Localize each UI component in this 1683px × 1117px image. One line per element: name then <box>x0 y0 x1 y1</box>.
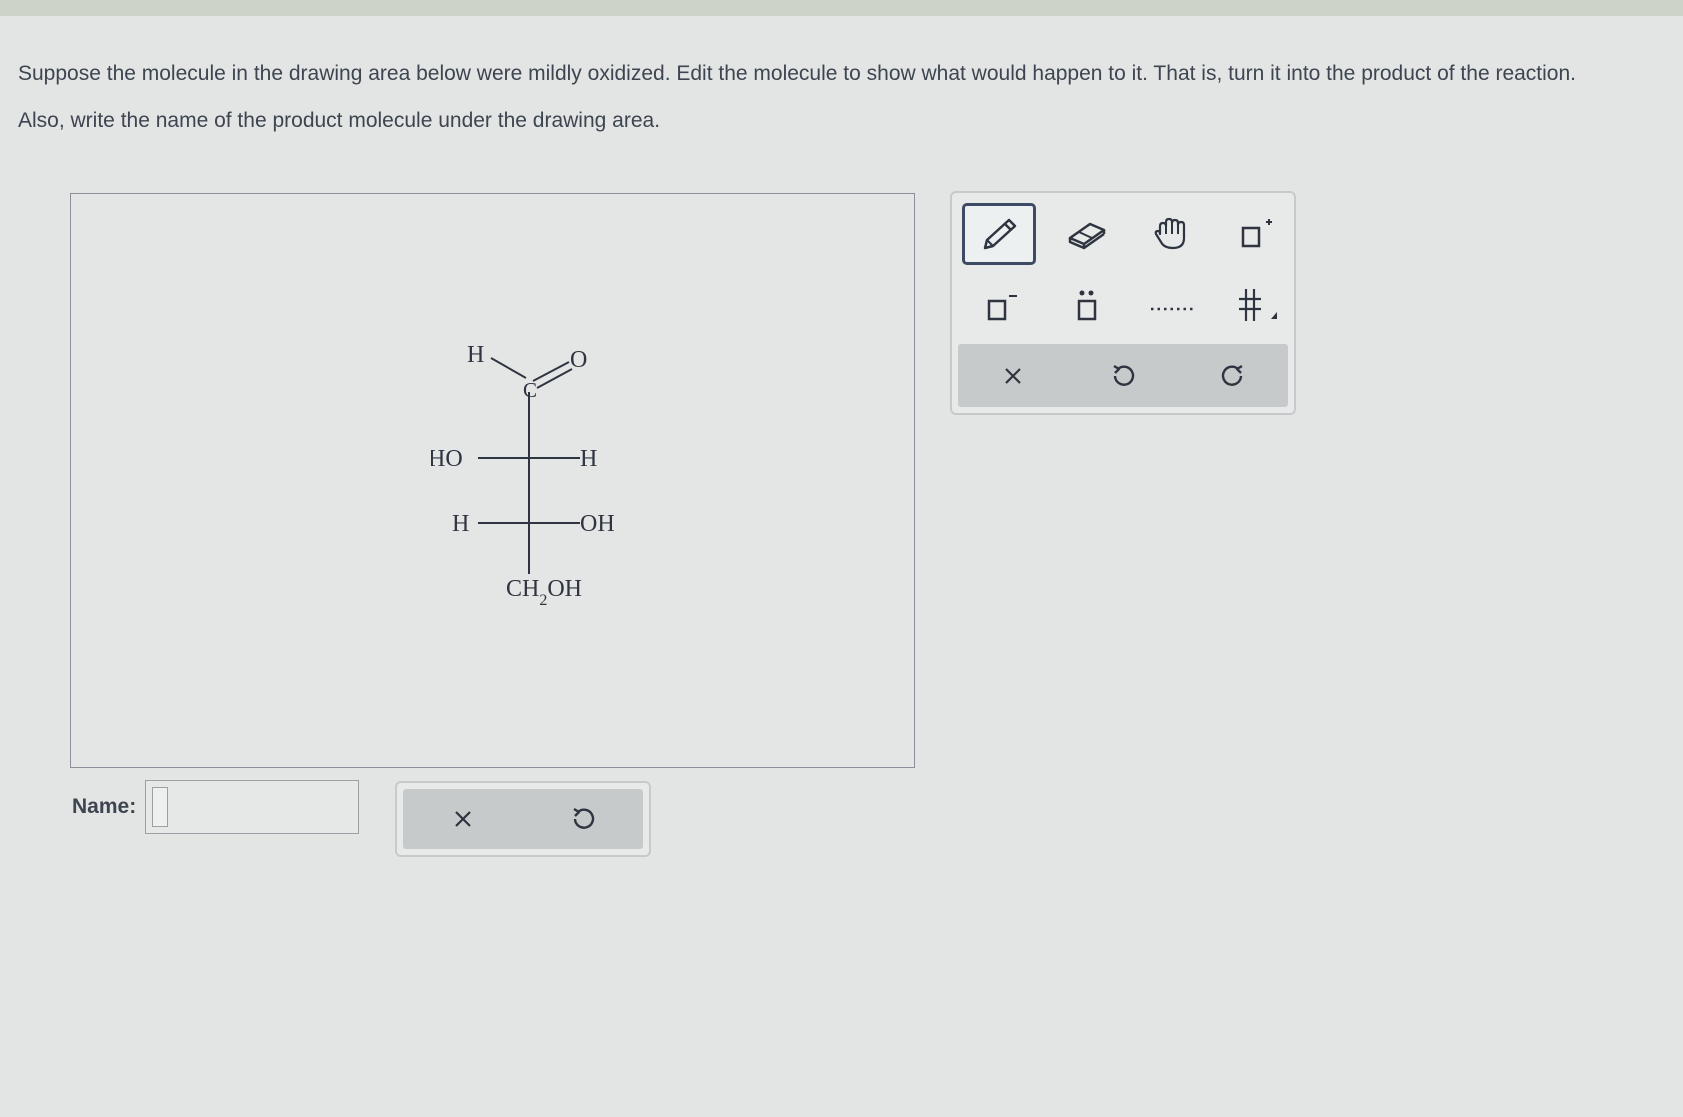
undo-answer-button[interactable] <box>523 789 643 849</box>
hand-icon <box>1154 217 1186 250</box>
negative-charge-tool[interactable] <box>962 276 1036 338</box>
bond-c-o-2 <box>536 368 573 389</box>
top-strip <box>0 0 1683 16</box>
atom-bottom-sub: 2 <box>539 592 547 609</box>
atom-carbonyl-o: O <box>570 347 587 373</box>
clear-icon <box>455 811 471 827</box>
clear-answer-button[interactable] <box>403 789 523 849</box>
undo-icon <box>1113 364 1135 386</box>
eraser-icon <box>1068 222 1106 250</box>
fischer-projection[interactable]: H C O HO H H OH CH2OH <box>431 334 691 634</box>
undo-icon <box>573 807 595 829</box>
name-field[interactable] <box>145 780 359 834</box>
atom-bottom-ch2oh: CH2OH <box>506 576 582 609</box>
atom-bottom-oh: OH <box>547 576 582 602</box>
hand-tool[interactable] <box>1135 203 1209 265</box>
undo-button[interactable] <box>1068 344 1178 407</box>
redo-button[interactable] <box>1178 344 1288 407</box>
positive-charge-icon <box>1241 219 1272 248</box>
question-name-instruction: Also, write the name of the product mole… <box>18 109 661 132</box>
clear-icon <box>1005 367 1021 384</box>
positive-charge-tool[interactable] <box>1218 203 1292 265</box>
pencil-tool[interactable] <box>962 203 1036 265</box>
pencil-icon <box>983 218 1017 250</box>
bond-c-o-1 <box>532 361 570 382</box>
atom-row2-left: H <box>452 511 469 537</box>
atom-row1-left: HO <box>431 446 463 472</box>
eraser-tool[interactable] <box>1050 203 1124 265</box>
drawing-area[interactable]: H C O HO H H OH CH2OH <box>70 193 915 768</box>
lone-pair-icon <box>1077 290 1097 321</box>
bond-h-c <box>490 357 527 379</box>
toolbar-actions <box>958 344 1288 407</box>
answer-actions <box>395 781 651 857</box>
dotted-bond-tool[interactable] <box>1135 276 1209 338</box>
dotted-bond-icon <box>1151 307 1193 311</box>
atom-row1-right: H <box>580 446 597 472</box>
atom-top-h: H <box>467 342 484 368</box>
bond-menu-icon <box>1239 289 1277 321</box>
atom-bottom-ch: CH <box>506 576 539 602</box>
redo-icon <box>1221 364 1243 386</box>
lone-pair-tool[interactable] <box>1050 276 1124 338</box>
clear-button[interactable] <box>958 344 1068 407</box>
name-label: Name: <box>72 795 137 818</box>
question-text: Suppose the molecule in the drawing area… <box>18 60 1658 154</box>
question-instruction: Suppose the molecule in the drawing area… <box>18 62 1576 85</box>
answer-actions-bar <box>403 789 643 849</box>
bond-menu-tool[interactable] <box>1218 276 1292 338</box>
name-input-cursor-box[interactable] <box>152 787 168 827</box>
negative-charge-icon <box>987 295 1017 321</box>
atom-row2-right: OH <box>580 511 615 537</box>
drawing-toolbar <box>950 191 1296 415</box>
atom-carbonyl-c: C <box>523 378 537 402</box>
